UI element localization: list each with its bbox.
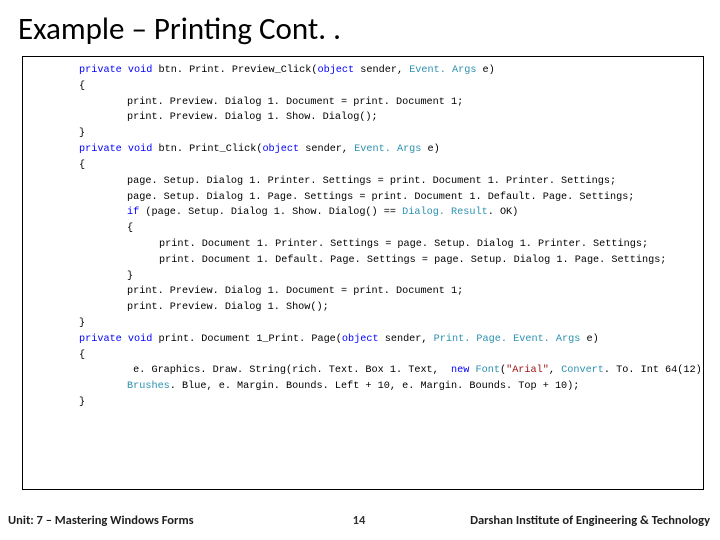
code-line: } (31, 126, 697, 142)
code-line: print. Preview. Dialog 1. Show. Dialog()… (31, 110, 697, 126)
code-line: print. Preview. Dialog 1. Document = pri… (31, 95, 697, 111)
slide-footer: Unit: 7 – Mastering Windows Forms 14 Dar… (0, 500, 720, 540)
code-line: print. Preview. Dialog 1. Show(); (31, 300, 697, 316)
code-line: page. Setup. Dialog 1. Page. Settings = … (31, 190, 697, 206)
code-line: } (31, 316, 697, 332)
code-line: private void btn. Print. Preview_Click(o… (31, 63, 697, 79)
code-line: page. Setup. Dialog 1. Printer. Settings… (31, 174, 697, 190)
code-line: e. Graphics. Draw. String(rich. Text. Bo… (31, 363, 697, 379)
code-line: { (31, 221, 697, 237)
footer-page-number: 14 (329, 513, 389, 528)
slide-title: Example – Printing Cont. . (0, 0, 720, 54)
footer-institute: Darshan Institute of Engineering & Techn… (389, 513, 720, 528)
code-line: { (31, 348, 697, 364)
code-line: } (31, 269, 697, 285)
code-line: print. Document 1. Printer. Settings = p… (31, 237, 697, 253)
code-block: private void btn. Print. Preview_Click(o… (22, 56, 704, 490)
code-line: print. Preview. Dialog 1. Document = pri… (31, 284, 697, 300)
code-line: private void print. Document 1_Print. Pa… (31, 332, 697, 348)
code-line: { (31, 79, 697, 95)
code-line: if (page. Setup. Dialog 1. Show. Dialog(… (31, 205, 697, 221)
code-line: { (31, 158, 697, 174)
code-line: } (31, 395, 697, 411)
footer-unit: Unit: 7 – Mastering Windows Forms (0, 513, 329, 528)
code-line: print. Document 1. Default. Page. Settin… (31, 253, 697, 269)
code-line: private void btn. Print_Click(object sen… (31, 142, 697, 158)
code-line: Brushes. Blue, e. Margin. Bounds. Left +… (31, 379, 697, 395)
